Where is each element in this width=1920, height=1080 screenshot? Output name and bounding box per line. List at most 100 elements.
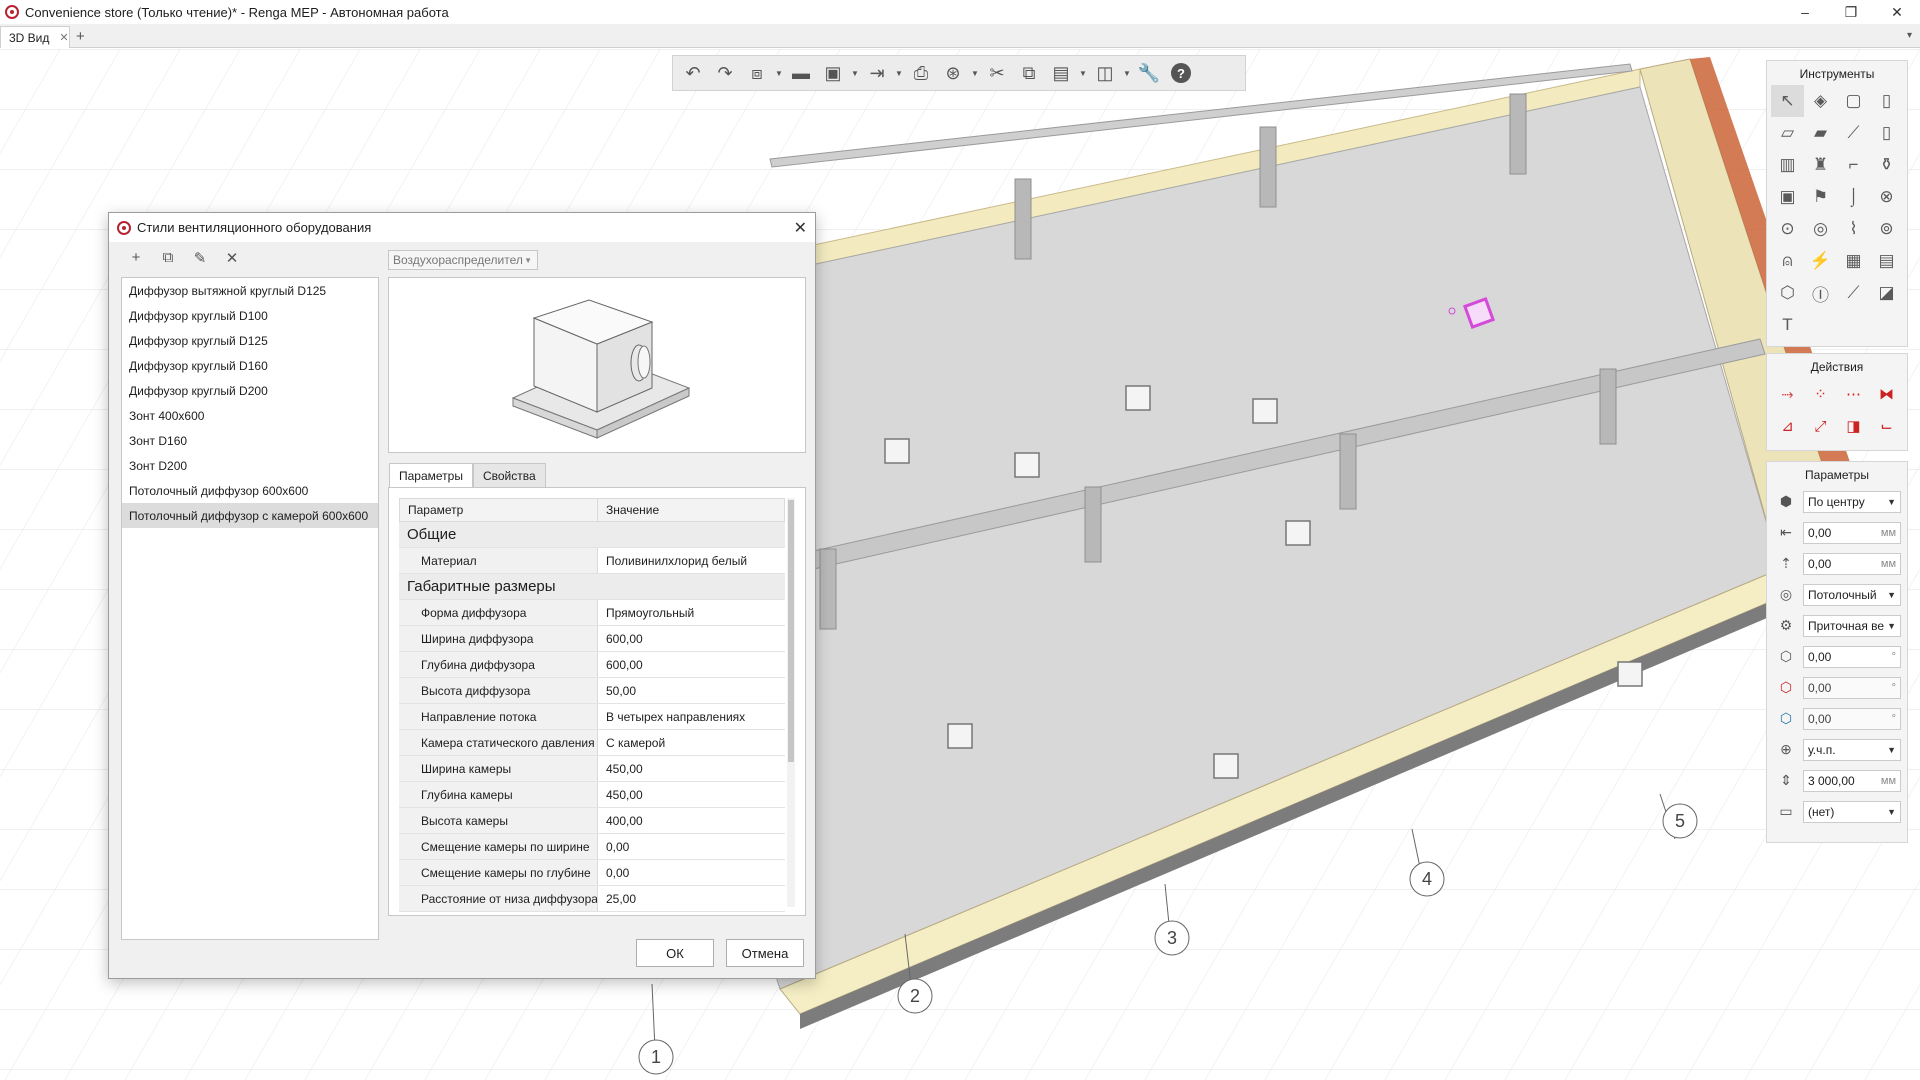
- offset-y-field[interactable]: 0,00 мм: [1803, 552, 1901, 575]
- panel-board-icon[interactable]: ▤: [1870, 245, 1903, 277]
- room-tool-icon[interactable]: ▢: [1837, 85, 1870, 117]
- tab-menu-icon[interactable]: ▾: [1907, 30, 1912, 41]
- elevation-field[interactable]: 3 000,00 мм: [1803, 769, 1901, 792]
- duct-tool-icon[interactable]: ⚑: [1804, 181, 1837, 213]
- delete-style-icon[interactable]: ✕: [223, 249, 241, 267]
- add-style-icon[interactable]: +: [127, 249, 145, 267]
- copy-icon[interactable]: ⧉: [1015, 59, 1043, 87]
- cut-icon[interactable]: ✂: [983, 59, 1011, 87]
- move-icon[interactable]: ⤑: [1771, 378, 1804, 410]
- param-value[interactable]: 450,00: [598, 782, 785, 807]
- style-list-item-selected[interactable]: Потолочный диффузор с камерой 600x600: [122, 503, 378, 528]
- table-row[interactable]: Материал Поливинилхлорид белый: [399, 548, 785, 574]
- table-row[interactable]: Расстояние от низа диффузора д 25,00: [399, 886, 785, 912]
- plumbing-tool-icon[interactable]: ⚱: [1870, 149, 1903, 181]
- fan-coil-icon[interactable]: ◎: [1804, 213, 1837, 245]
- table-row[interactable]: Высота диффузора 50,00: [399, 678, 785, 704]
- element-tool-icon[interactable]: ⬡: [1771, 277, 1804, 309]
- table-row[interactable]: Глубина камеры 450,00: [399, 782, 785, 808]
- damper-tool-icon[interactable]: ⊚: [1870, 213, 1903, 245]
- pipe-tool-icon[interactable]: ⌐: [1837, 149, 1870, 181]
- extend-icon[interactable]: ⌙: [1870, 410, 1903, 442]
- scale-icon[interactable]: ⤢: [1804, 410, 1837, 442]
- table-row[interactable]: Камера статического давления С камерой: [399, 730, 785, 756]
- style-list-item[interactable]: Диффузор круглый D160: [122, 353, 378, 378]
- param-value[interactable]: 25,00: [598, 886, 785, 911]
- wall-tool-icon[interactable]: ◈: [1804, 85, 1837, 117]
- param-value[interactable]: 450,00: [598, 756, 785, 781]
- export-dropdown-icon[interactable]: ▼: [895, 69, 903, 78]
- floor-tool-icon[interactable]: ▰: [1804, 117, 1837, 149]
- group-dimensions[interactable]: Габаритные размеры: [399, 574, 785, 600]
- table-row[interactable]: Ширина диффузора 600,00: [399, 626, 785, 652]
- table-row[interactable]: Форма диффузора Прямоугольный: [399, 600, 785, 626]
- param-value[interactable]: 600,00: [598, 626, 785, 651]
- mirror-icon[interactable]: ⧓: [1870, 378, 1903, 410]
- duct-fitting-icon[interactable]: ⌡: [1837, 181, 1870, 213]
- param-value[interactable]: С камерой: [598, 730, 785, 755]
- equipment-tool-icon[interactable]: ♜: [1804, 149, 1837, 181]
- style-list-item[interactable]: Зонт D160: [122, 428, 378, 453]
- redo-icon[interactable]: ↷: [711, 59, 739, 87]
- paste-dropdown-icon[interactable]: ▼: [1079, 69, 1087, 78]
- close-window-button[interactable]: ✕: [1874, 0, 1920, 24]
- table-scrollbar[interactable]: [787, 498, 795, 907]
- style-dropdown[interactable]: Потолочный ▼: [1803, 583, 1901, 606]
- add-tab-button[interactable]: +: [76, 28, 85, 45]
- style-list-item[interactable]: Зонт D200: [122, 453, 378, 478]
- table-row[interactable]: Глубина диффузора 600,00: [399, 652, 785, 678]
- scrollbar-thumb[interactable]: [788, 500, 794, 762]
- save-icon[interactable]: ▣: [819, 59, 847, 87]
- param-value[interactable]: Прямоугольный: [598, 600, 785, 625]
- param-value[interactable]: 0,00: [598, 860, 785, 885]
- rename-style-icon[interactable]: ✎: [191, 249, 209, 267]
- fan-tool-icon[interactable]: ⊙: [1771, 213, 1804, 245]
- param-value[interactable]: 600,00: [598, 652, 785, 677]
- array-icon[interactable]: ⋯: [1837, 378, 1870, 410]
- beam-tool-icon[interactable]: ⟋: [1837, 117, 1870, 149]
- tab-3d-view[interactable]: 3D Вид ✕: [0, 26, 70, 48]
- save-dropdown-icon[interactable]: ▼: [851, 69, 859, 78]
- navigation-dropdown-icon[interactable]: ▼: [971, 69, 979, 78]
- layers-dropdown-icon[interactable]: ▼: [1123, 69, 1131, 78]
- table-row[interactable]: Смещение камеры по ширине 0,00: [399, 834, 785, 860]
- param-value[interactable]: 400,00: [598, 808, 785, 833]
- rotation-z-field[interactable]: 0,00 °: [1803, 707, 1901, 730]
- param-value[interactable]: 0,00: [598, 834, 785, 859]
- level-ref-dropdown[interactable]: у.ч.п. ▼: [1803, 738, 1901, 761]
- ventilation-equipment-icon[interactable]: ▣: [1771, 181, 1804, 213]
- restore-button[interactable]: ❐: [1828, 0, 1874, 24]
- param-value[interactable]: В четырех направлениях: [598, 704, 785, 729]
- help-icon[interactable]: ?: [1167, 59, 1195, 87]
- view-dropdown-icon[interactable]: ▼: [775, 69, 783, 78]
- window-tool-icon[interactable]: ▥: [1771, 149, 1804, 181]
- paste-icon[interactable]: ▤: [1047, 59, 1075, 87]
- style-list-item[interactable]: Зонт 400x600: [122, 403, 378, 428]
- param-value[interactable]: Поливинилхлорид белый: [598, 548, 785, 573]
- undo-icon[interactable]: ↶: [679, 59, 707, 87]
- slab-tool-icon[interactable]: ▱: [1771, 117, 1804, 149]
- line-tool-icon[interactable]: ⟋: [1837, 277, 1870, 309]
- cancel-button[interactable]: Отмена: [726, 939, 804, 967]
- lighting-tool-icon[interactable]: ⍝: [1771, 245, 1804, 277]
- settings-icon[interactable]: 🔧: [1135, 59, 1163, 87]
- rotation-x-field[interactable]: 0,00 °: [1803, 645, 1901, 668]
- system-dropdown[interactable]: Приточная ве ▼: [1803, 614, 1901, 637]
- print-icon[interactable]: ⎙: [907, 59, 935, 87]
- electric-equipment-icon[interactable]: ⚡: [1804, 245, 1837, 277]
- door-tool-icon[interactable]: ▯: [1870, 117, 1903, 149]
- view-cube-icon[interactable]: ⧈: [743, 59, 771, 87]
- placement-dropdown[interactable]: По центру ▼: [1803, 490, 1901, 513]
- flex-duct-icon[interactable]: ⌇: [1837, 213, 1870, 245]
- rotate-icon[interactable]: ⁘: [1804, 378, 1837, 410]
- ok-button[interactable]: ОК: [636, 939, 714, 967]
- hatch-tool-icon[interactable]: ◪: [1870, 277, 1903, 309]
- align-icon[interactable]: ⊿: [1771, 410, 1804, 442]
- copy-action-icon[interactable]: ◨: [1837, 410, 1870, 442]
- cable-tray-icon[interactable]: ▦: [1837, 245, 1870, 277]
- table-row[interactable]: Направление потока В четырех направления…: [399, 704, 785, 730]
- select-tool-icon[interactable]: ↖: [1771, 85, 1804, 117]
- style-list-item[interactable]: Диффузор круглый D100: [122, 303, 378, 328]
- dialog-close-button[interactable]: ✕: [794, 218, 807, 238]
- group-general[interactable]: Общие: [399, 522, 785, 548]
